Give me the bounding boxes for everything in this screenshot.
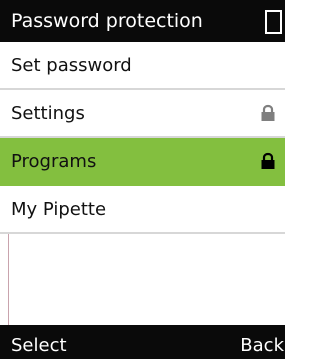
menu-item-label: Programs (11, 151, 97, 172)
lock-icon (261, 104, 275, 121)
menu-item-label: Set password (11, 55, 132, 76)
pipette-screen: Password protection Set password Setting… (0, 0, 285, 359)
menu-item-set-password[interactable]: Set password (0, 42, 285, 90)
select-softkey[interactable]: Select (11, 335, 67, 357)
battery-icon (265, 10, 282, 34)
menu-item-my-pipette[interactable]: My Pipette (0, 186, 285, 234)
header-bar: Password protection (0, 0, 285, 42)
menu-item-settings[interactable]: Settings (0, 90, 285, 138)
menu-item-label: My Pipette (11, 199, 107, 220)
menu-item-label: Settings (11, 103, 85, 124)
menu-item-programs[interactable]: Programs (0, 138, 285, 186)
page-title: Password protection (11, 10, 203, 32)
softkey-bar: Select Back (0, 325, 285, 359)
back-softkey[interactable]: Back (240, 335, 284, 357)
lock-icon (261, 152, 275, 169)
